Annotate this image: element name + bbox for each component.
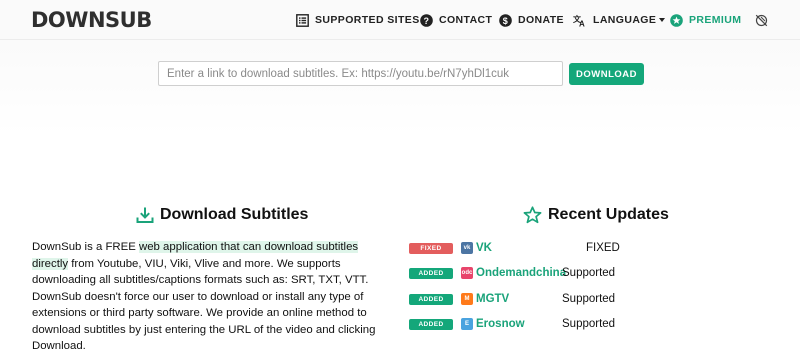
nav-donate[interactable]: $ DONATE: [499, 12, 564, 28]
about-paragraph-1: DownSub is a FREE web application that c…: [32, 241, 369, 286]
video-url-input[interactable]: [158, 61, 563, 86]
star-outline-icon: [523, 206, 542, 224]
update-row: FIXED vk VK FIXED: [409, 240, 620, 256]
dollar-circle-icon: $: [499, 13, 512, 27]
nav-premium[interactable]: PREMIUM: [670, 12, 741, 28]
about-paragraph-2: DownSub doesn't force our user to downlo…: [32, 290, 376, 353]
nav-supported-sites-label: SUPPORTED SITES: [315, 14, 420, 26]
nav-language-label: LANGUAGE: [593, 14, 657, 26]
dark-mode-icon: [755, 14, 768, 26]
update-badge: FIXED: [409, 242, 453, 254]
downsub-logo[interactable]: DOWNSUB: [31, 9, 152, 31]
list-icon: [296, 13, 309, 27]
logo-text: DOWNSUB: [31, 8, 152, 32]
erosnow-icon: E: [461, 318, 473, 330]
download-button[interactable]: DOWNLOAD: [569, 63, 644, 85]
svg-text:A: A: [579, 19, 585, 27]
update-site-link[interactable]: Ondemandchina: [476, 267, 566, 279]
nav-donate-label: DONATE: [518, 14, 564, 26]
download-subtitles-heading: Download Subtitles: [136, 206, 308, 224]
top-navbar: DOWNSUB SUPPORTED SITES ? CONTACT $ DONA…: [0, 0, 800, 40]
ondemandchina-icon: odc: [461, 267, 473, 279]
recent-updates-title: Recent Updates: [548, 206, 669, 223]
translate-icon: 文 A: [573, 14, 585, 27]
update-badge: ADDED: [409, 293, 453, 305]
download-subtitles-title: Download Subtitles: [160, 206, 309, 223]
star-circle-icon: [670, 13, 683, 27]
update-site-link[interactable]: Erosnow: [476, 318, 562, 330]
update-badge: ADDED: [409, 318, 453, 330]
update-row: ADDED odc Ondemandchina Supported: [409, 265, 615, 281]
update-row: ADDED M MGTV Supported: [409, 291, 615, 307]
vk-icon: vk: [461, 242, 473, 254]
recent-updates-heading: Recent Updates: [523, 206, 669, 224]
update-status: Supported: [562, 267, 616, 279]
update-status: Supported: [562, 318, 616, 330]
update-row: ADDED E Erosnow Supported: [409, 316, 615, 332]
update-badge: ADDED: [409, 267, 453, 279]
nav-language-dropdown[interactable]: 文 A LANGUAGE: [573, 12, 666, 28]
nav-premium-label: PREMIUM: [689, 14, 742, 26]
nav-contact[interactable]: ? CONTACT: [420, 12, 492, 28]
update-status: FIXED: [586, 242, 620, 254]
download-icon: [136, 207, 154, 223]
chevron-down-icon: [659, 18, 666, 22]
help-circle-icon: ?: [420, 13, 433, 27]
update-status: Supported: [562, 293, 616, 305]
svg-text:?: ?: [424, 15, 430, 25]
mgtv-icon: M: [461, 293, 473, 305]
update-site-link[interactable]: MGTV: [476, 293, 562, 305]
update-site-link[interactable]: VK: [476, 242, 562, 254]
about-text: DownSub is a FREE web application that c…: [32, 239, 392, 355]
nav-supported-sites[interactable]: SUPPORTED SITES: [296, 12, 420, 28]
theme-toggle[interactable]: [755, 12, 774, 28]
svg-text:$: $: [503, 15, 508, 25]
nav-contact-label: CONTACT: [439, 14, 493, 26]
